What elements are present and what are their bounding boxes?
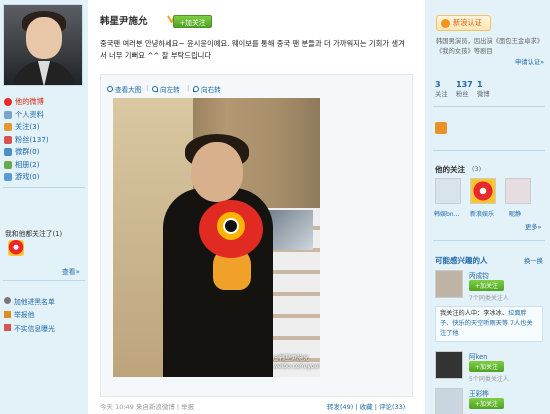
apply-verify-link[interactable]: 申请认证»: [515, 57, 544, 66]
album-icon: [4, 160, 12, 169]
avatar-face: [26, 17, 62, 59]
rotate-left-link[interactable]: 向左转: [152, 84, 180, 94]
follows-title: 他的关注: [435, 165, 465, 174]
rec-follow-button[interactable]: +加关注: [469, 361, 504, 372]
group-icon: [4, 148, 12, 157]
refresh-link[interactable]: 换一换: [524, 256, 543, 265]
verify-icon: [441, 18, 450, 28]
contact-card-icon[interactable]: [435, 122, 447, 134]
follow-avatar[interactable]: [435, 178, 461, 204]
rec-follow-button[interactable]: +加关注: [469, 398, 504, 409]
profile-icon: [4, 110, 12, 119]
rec-sub[interactable]: 5个同类关注人: [469, 374, 509, 383]
rec-name[interactable]: 阿ken: [469, 351, 487, 361]
rec-name[interactable]: 丙成钧: [469, 270, 489, 280]
expose-icon: [4, 324, 11, 332]
stat-follow[interactable]: 3 关注: [435, 80, 448, 98]
rotate-right-icon: [193, 86, 199, 92]
separator: |: [146, 84, 149, 92]
follow-avatar[interactable]: [505, 178, 531, 204]
rec-avatar[interactable]: [435, 351, 463, 379]
nav-group[interactable]: 微群(0): [4, 146, 84, 159]
nav-fans[interactable]: 粉丝(137): [4, 134, 84, 147]
rec-note: 我关注的人中：李冰冰、拉面胖子、快乐的天空听雨天等 7人也关注了他: [435, 306, 543, 342]
post-text: 중국팬 여러분 안녕하세요~ 윤시윤이예요. 웨이보를 통해 중국 팬 분들과 …: [100, 39, 405, 60]
report-link[interactable]: 举报他: [4, 308, 84, 322]
separator: |: [187, 84, 190, 92]
common-follow-more-link[interactable]: 查看»: [62, 266, 80, 276]
rotate-left-icon: [152, 86, 158, 92]
rec-avatar[interactable]: [435, 388, 463, 414]
nav-game[interactable]: 游戏(0): [4, 171, 84, 184]
follows-more-link[interactable]: 更多»: [525, 222, 541, 231]
report-icon: [4, 310, 11, 318]
post-actions[interactable]: 转发(49) | 收藏 | 评论(33): [327, 401, 405, 411]
divider: [3, 187, 85, 188]
nav-follow[interactable]: 关注(3): [4, 121, 84, 134]
main-content: 韩星尹施允 +加关注 중국팬 여러분 안녕하세요~ 윤시윤이예요. 웨이보를 통…: [88, 0, 425, 414]
common-follow-avatar[interactable]: [8, 240, 24, 256]
photo-doll-pupil: [225, 220, 237, 232]
rec-name[interactable]: 王彩桦: [469, 388, 489, 398]
follow-button[interactable]: +加关注: [173, 15, 212, 28]
divider: [433, 240, 545, 241]
profile-avatar[interactable]: [3, 4, 83, 86]
nav-album[interactable]: 相册(2): [4, 159, 84, 172]
common-follow-title: 我和他都关注了(1): [5, 230, 63, 238]
follow-name[interactable]: 昵静: [509, 209, 521, 218]
nav-weibo[interactable]: 他的微博: [4, 96, 84, 109]
photo-person-head: [191, 142, 243, 202]
zoom-icon: [107, 86, 113, 92]
rec-sub[interactable]: 7个同类关注人: [469, 293, 509, 302]
follow-name[interactable]: 新浪娱乐: [470, 209, 494, 218]
photo-watermark: @韩星尹施允weibo.com/yoonsiyun: [273, 355, 320, 370]
weibo-icon: [4, 98, 12, 107]
follow-icon: [4, 123, 12, 132]
left-sidebar: 他的微博 个人资料 关注(3) 粉丝(137) 微群(0) 相册(2) 游戏(0…: [0, 0, 88, 414]
rec-avatar[interactable]: [435, 270, 463, 298]
post-meta[interactable]: 今天 10:49 来自新浪微博 | 举报: [100, 401, 194, 411]
verify-description: 韩国男演员，因出演《面包王金卓求》《我的女孩》等剧目: [436, 38, 544, 55]
page-title-username: 韩星尹施允: [100, 16, 148, 27]
rotate-right-link[interactable]: 向右转: [193, 84, 221, 94]
blacklist-link[interactable]: 加他进黑名单: [4, 294, 84, 308]
verify-button[interactable]: 新浪认证: [436, 15, 491, 31]
post-media-box: 查看大图 | 向左转 | 向右转 @韩星尹施允weibo.com/yoonsiy…: [100, 74, 413, 397]
divider: [3, 280, 85, 281]
rec-follow-button[interactable]: +加关注: [469, 280, 504, 291]
sidebar-nav: 他的微博 个人资料 关注(3) 粉丝(137) 微群(0) 相册(2) 游戏(0…: [4, 96, 84, 184]
follow-name[interactable]: 韩娱bn...: [434, 209, 459, 218]
expose-link[interactable]: 不实信息曝光: [4, 321, 84, 335]
divider: [433, 106, 545, 107]
sidebar-actions: 加他进黑名单 举报他 不实信息曝光: [4, 294, 84, 335]
post-photo[interactable]: @韩星尹施允weibo.com/yoonsiyun: [113, 98, 320, 377]
stat-fans[interactable]: 137 粉丝: [456, 80, 473, 98]
interest-title: 可能感兴趣的人: [435, 256, 488, 265]
divider: [433, 150, 545, 151]
nav-profile[interactable]: 个人资料: [4, 109, 84, 122]
blacklist-icon: [4, 297, 11, 305]
fans-icon: [4, 135, 12, 144]
right-sidebar: 新浪认证 韩国男演员，因出演《面包王金卓求》《我的女孩》等剧目 申请认证» 3关…: [425, 0, 550, 414]
stat-weibo[interactable]: 1 微博: [477, 80, 490, 98]
follows-count: (3): [472, 165, 482, 173]
follow-avatar[interactable]: [470, 178, 496, 204]
game-icon: [4, 173, 12, 182]
view-large-link[interactable]: 查看大图: [107, 84, 141, 94]
